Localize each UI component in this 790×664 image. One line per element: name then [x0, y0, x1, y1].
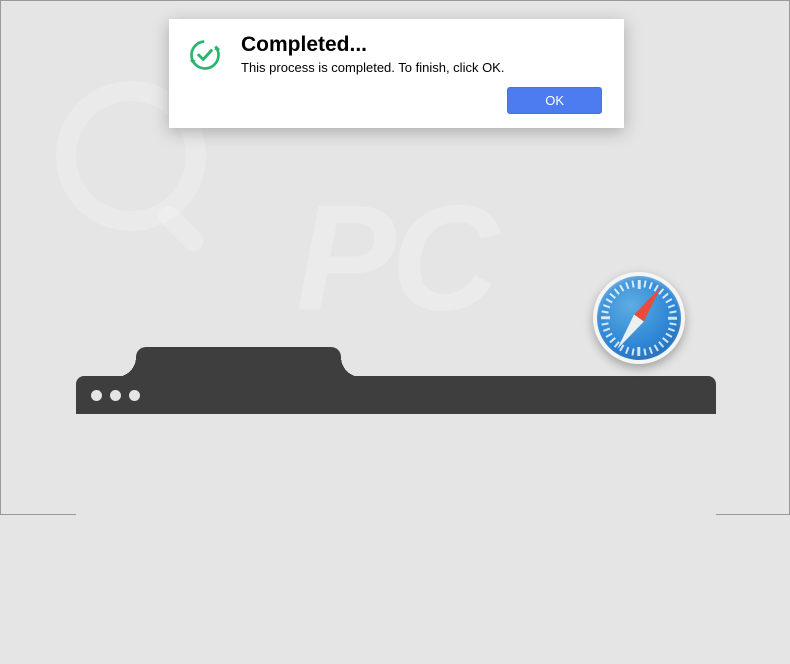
ok-button[interactable]: OK [507, 87, 602, 114]
watermark-main: PC [296, 171, 494, 344]
safari-compass-icon [593, 272, 685, 364]
dialog-title: Completed... [241, 33, 602, 57]
browser-titlebar [76, 376, 716, 414]
checkmark-refresh-icon [187, 37, 223, 73]
browser-tab [136, 347, 341, 377]
window-dot-zoom [129, 390, 140, 401]
watermark-magnifier-handle [154, 202, 207, 255]
completed-dialog: Completed... This process is completed. … [169, 19, 624, 128]
browser-window-mockup [76, 347, 716, 664]
dialog-message: This process is completed. To finish, cl… [241, 60, 602, 75]
window-dot-minimize [110, 390, 121, 401]
window-dot-close [91, 390, 102, 401]
browser-body [76, 414, 716, 664]
window-controls [91, 390, 140, 401]
